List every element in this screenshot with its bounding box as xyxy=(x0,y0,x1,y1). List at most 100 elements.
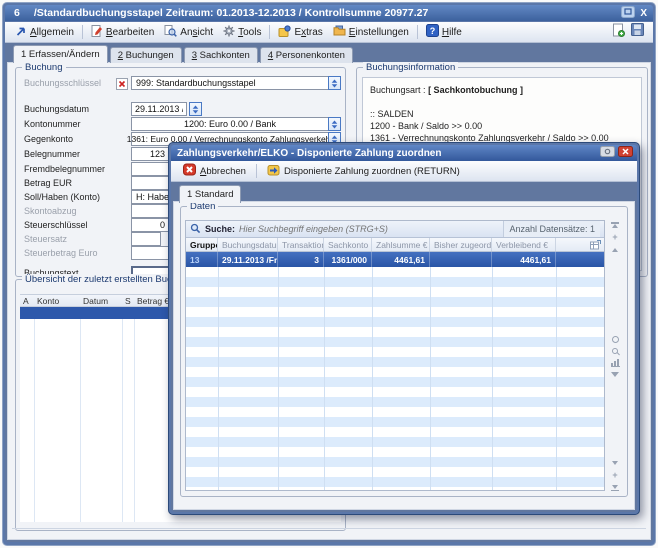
steuersatz-label: Steuersatz xyxy=(24,234,131,244)
column-separator xyxy=(34,319,35,522)
abbrechen-button[interactable]: Abbrechen xyxy=(176,160,253,182)
column-separator xyxy=(324,267,325,490)
tab-sachkonten[interactable]: 3 Sachkonten xyxy=(184,47,258,63)
menu-hilfe[interactable]: ? Hilfe xyxy=(421,22,467,42)
clear-key-icon[interactable] xyxy=(116,77,128,89)
dialog-close-icon[interactable] xyxy=(618,146,633,160)
steuerschluessel-label: Steuerschlüssel xyxy=(24,220,131,230)
new-entry-icon[interactable] xyxy=(612,23,625,42)
menubar: Allgemein Bearbeiten Ansicht Tools Extra… xyxy=(5,22,653,43)
tab-buchungen[interactable]: 2 Buchungen xyxy=(110,47,182,63)
belegnummer-input[interactable] xyxy=(131,147,169,161)
restore-window-icon[interactable] xyxy=(621,6,635,21)
dialog-panel: Daten Suche: Anzahl Datensätze: 1 Gruppe… xyxy=(173,201,635,510)
buchungsschluessel-label: Buchungsschlüssel xyxy=(24,78,116,88)
column-separator xyxy=(492,267,493,490)
menu-einstellungen[interactable]: Einstellungen xyxy=(328,23,414,41)
go-next-icon[interactable] xyxy=(611,460,619,467)
extras-icon xyxy=(278,25,291,40)
dialog-title: Zahlungsverkehr/ELKO - Disponierte Zahlu… xyxy=(177,148,441,159)
buchungsart-value: [ Sachkontobuchung ] xyxy=(428,85,523,95)
titlebar: 6 /Standardbuchungsstapel Zeitraum: 01.2… xyxy=(5,5,653,21)
column-separator xyxy=(134,319,135,522)
buchungsdatum-label: Buchungsdatum xyxy=(24,104,131,114)
spinner-icon[interactable] xyxy=(328,117,341,131)
tab-standard[interactable]: 1 Standard xyxy=(179,185,241,203)
kontonummer-combo[interactable]: 1200: Euro 0.00 / Bank xyxy=(131,117,341,131)
filter-icon[interactable] xyxy=(611,372,619,377)
payments-table: Suche: Anzahl Datensätze: 1 Gruppe Buchu… xyxy=(185,220,605,491)
zahlungsverkehr-dialog: Zahlungsverkehr/ELKO - Disponierte Zahlu… xyxy=(168,142,640,515)
tab-personenkonten[interactable]: 4 Personenkonten xyxy=(260,47,353,63)
menu-tools[interactable]: Tools xyxy=(218,23,266,42)
go-last-icon[interactable] xyxy=(611,484,619,491)
cancel-red-x-icon xyxy=(183,163,196,179)
column-separator xyxy=(556,267,557,490)
gegenkonto-label: Gegenkonto xyxy=(24,134,131,144)
dialog-tabs: 1 Standard xyxy=(179,185,241,203)
go-first-icon[interactable] xyxy=(611,222,619,229)
chart-icon[interactable] xyxy=(611,359,620,367)
record-indicator-icon[interactable] xyxy=(612,336,619,343)
toolbar-separator xyxy=(256,164,257,178)
search-bar: Suche: Anzahl Datensätze: 1 xyxy=(186,221,604,238)
add-icon[interactable]: + xyxy=(612,234,617,241)
column-separator xyxy=(430,267,431,490)
belegnummer-label: Belegnummer xyxy=(24,149,131,159)
close-window-button[interactable]: X xyxy=(640,8,647,19)
gear-icon xyxy=(223,25,235,40)
buchung-legend: Buchung xyxy=(22,62,66,73)
spinner-icon[interactable] xyxy=(328,76,341,90)
save-icon[interactable] xyxy=(631,23,644,41)
search-label: Suche: xyxy=(205,224,235,234)
table-header: Gruppe Buchungsdatum Transaktion Sachkon… xyxy=(186,238,604,252)
dialog-pin-icon[interactable] xyxy=(600,146,615,160)
arrow-ne-icon xyxy=(15,25,27,40)
steuerschluessel-input[interactable] xyxy=(131,218,169,232)
table-row-selected[interactable]: 13 29.11.2013 /Fr 3 1361/000 4461,61 446… xyxy=(186,252,604,267)
kontonummer-label: Kontonummer xyxy=(24,119,131,129)
disponierte-zahlung-zuordnen-button[interactable]: Disponierte Zahlung zuordnen (RETURN) xyxy=(260,160,467,182)
menu-bearbeiten[interactable]: Bearbeiten xyxy=(86,23,159,42)
daten-group: Daten Suche: Anzahl Datensätze: 1 Gruppe… xyxy=(180,206,628,497)
spinner-icon[interactable] xyxy=(189,102,202,116)
column-separator xyxy=(278,267,279,490)
edit-document-icon xyxy=(91,25,103,40)
window-title: /Standardbuchungsstapel Zeitraum: 01.201… xyxy=(34,7,428,19)
assign-payment-icon xyxy=(267,163,280,179)
column-separator xyxy=(372,267,373,490)
search-input[interactable] xyxy=(239,224,499,234)
empty-rows-area[interactable] xyxy=(186,267,604,490)
dialog-toolbar: Abbrechen Disponierte Zahlung zuordnen (… xyxy=(171,161,637,182)
steuerbetrag-label: Steuerbetrag Euro xyxy=(24,248,131,258)
buchungsdatum-input[interactable] xyxy=(131,102,187,116)
menu-extras[interactable]: Extras xyxy=(273,23,327,42)
betrag-label: Betrag EUR xyxy=(24,178,131,188)
view-magnifier-icon xyxy=(164,25,177,40)
dialog-titlebar: Zahlungsverkehr/ELKO - Disponierte Zahlu… xyxy=(171,145,637,161)
menu-allgemein[interactable]: Allgemein xyxy=(10,23,79,42)
menu-separator xyxy=(417,25,418,39)
tab-erfassen-aendern[interactable]: 1 Erfassen/Ändern xyxy=(13,45,108,63)
column-separator xyxy=(80,319,81,522)
search-record-icon[interactable] xyxy=(612,348,618,354)
menu-separator xyxy=(269,25,270,39)
skontoabzug-label: Skontoabzug xyxy=(24,206,131,216)
buchungsschluessel-combo[interactable]: 999: Standardbuchungsstapel xyxy=(131,76,341,90)
buchungsinformation-legend: Buchungsinformation xyxy=(363,62,458,73)
go-previous-icon[interactable] xyxy=(611,246,619,253)
column-separator xyxy=(122,319,123,522)
record-count: Anzahl Datensätze: 1 xyxy=(503,221,600,237)
menu-ansicht[interactable]: Ansicht xyxy=(159,23,218,42)
add-icon[interactable]: + xyxy=(612,472,617,479)
steuersatz-input[interactable] xyxy=(131,232,161,246)
grid-copy-icon[interactable] xyxy=(556,238,604,251)
sollhaben-label: Soll/Haben (Konto) xyxy=(24,192,131,202)
svg-text:?: ? xyxy=(430,26,436,36)
window-number: 6 xyxy=(14,7,20,19)
panel-bottom-divider xyxy=(12,528,646,529)
menu-separator xyxy=(82,25,83,39)
fremdbelegnummer-label: Fremdbelegnummer xyxy=(24,164,131,174)
main-tabs: 1 Erfassen/Ändern 2 Buchungen 3 Sachkont… xyxy=(13,45,353,63)
help-icon: ? xyxy=(426,24,439,40)
